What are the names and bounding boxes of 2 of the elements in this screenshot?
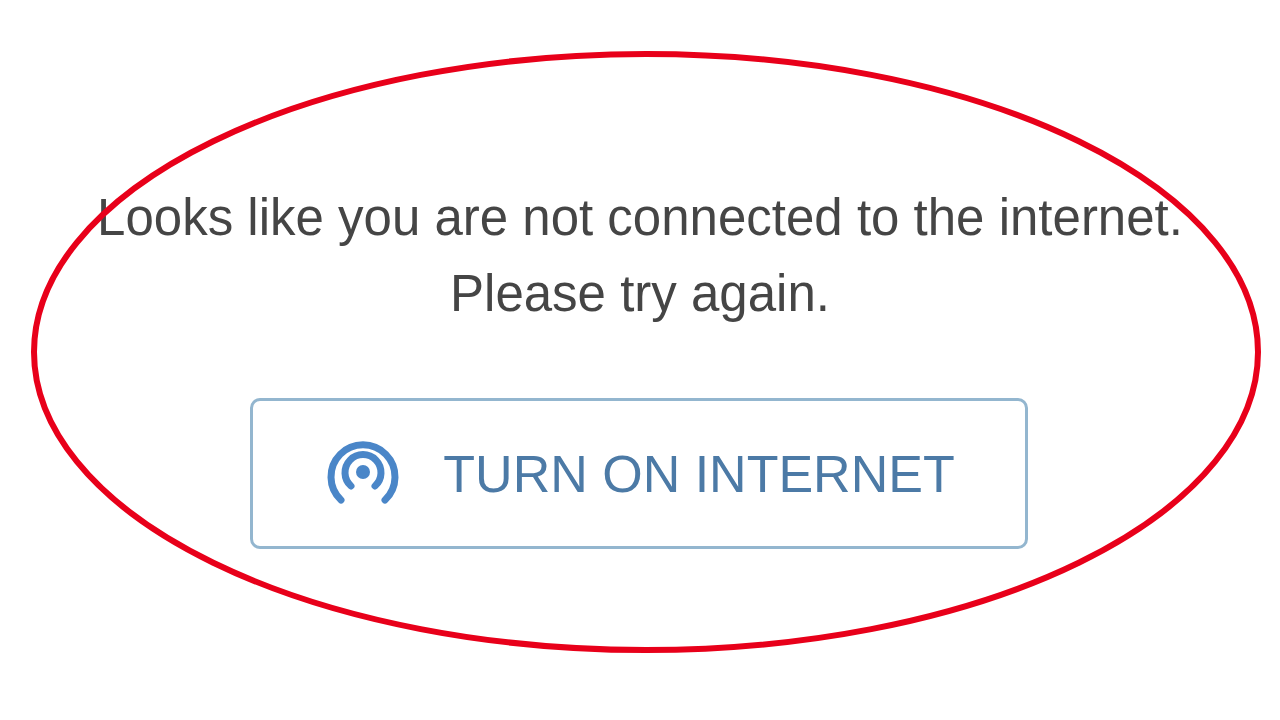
error-message: Looks like you are not connected to the internet. Please try again. <box>96 188 1184 324</box>
turn-on-internet-button[interactable]: TURN ON INTERNET <box>250 398 1028 549</box>
